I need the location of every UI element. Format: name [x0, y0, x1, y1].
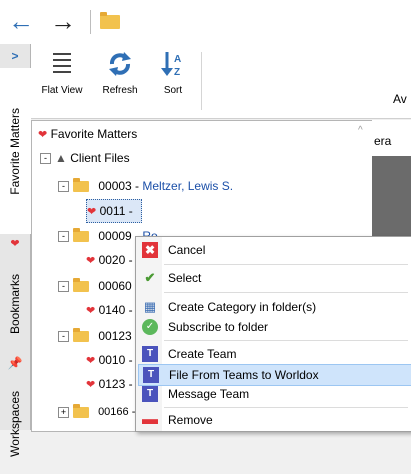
teams-icon: T — [142, 346, 158, 362]
teams-icon: T — [142, 386, 158, 402]
favorite-folder-icon: ❤ — [86, 355, 96, 367]
collapse-icon: - — [58, 181, 69, 193]
collapse-icon: - — [58, 281, 69, 293]
tab-label: Workspaces — [8, 391, 22, 457]
tree-node-0011[interactable]: ❤ 0011 - — [86, 199, 142, 223]
menu-item-remove[interactable]: ▬ Remove — [138, 410, 410, 430]
menu-item-message-team[interactable]: T Message Team — [138, 384, 410, 404]
right-pane-fragment: era — [372, 120, 411, 240]
menu-item-cancel[interactable]: ✖ Cancel — [138, 240, 410, 260]
favorites-heart-icon: ❤ — [10, 237, 20, 250]
tab-workspaces[interactable]: Workspaces — [0, 374, 30, 474]
collapse-chevron-icon[interactable]: > — [0, 48, 30, 64]
ribbon: Flat View Refresh AZ Sort Av — [31, 44, 411, 119]
expand-icon: + — [58, 406, 69, 418]
folder-icon[interactable] — [100, 11, 126, 29]
menu-item-create-category[interactable]: ▦ Create Category in folder(s) — [138, 297, 410, 317]
svg-text:Z: Z — [174, 67, 180, 78]
favorite-folder-icon: ❤ — [86, 305, 96, 317]
sort-az-icon: AZ — [161, 52, 181, 78]
favorite-folder-icon: ❤ — [86, 379, 96, 391]
collapse-icon: - — [58, 231, 69, 243]
tree-node-0123[interactable]: ❤ 0123 - — [86, 373, 133, 395]
remove-icon: ▬ — [142, 411, 158, 428]
refresh-label: Refresh — [102, 85, 138, 96]
context-menu: ✖ Cancel ✔ Select ▦ Create Category in f… — [135, 236, 411, 432]
folder-icon — [73, 228, 89, 243]
tree-node-client-files[interactable]: - ▲ Client Files — [40, 147, 130, 169]
tree-root-label: Favorite Matters — [50, 127, 138, 141]
folder-icon — [73, 328, 89, 343]
favorite-folder-icon: ❤ — [87, 206, 97, 218]
sort-label: Sort — [163, 85, 183, 96]
tab-label: Bookmarks — [8, 273, 22, 335]
tab-label: Favorite Matters — [8, 107, 22, 195]
favorite-folder-icon: ❤ — [86, 255, 96, 267]
subscribe-icon: ✓ — [142, 319, 158, 335]
tab-favorite-matters[interactable]: Favorite Matters — [0, 68, 31, 234]
tree-node-0140[interactable]: ❤ 0140 - — [86, 299, 133, 321]
list-icon — [53, 53, 71, 73]
top-toolbar: ← → — [0, 0, 411, 45]
flat-view-label: Flat View — [41, 85, 83, 96]
tree-node-00003[interactable]: - 00003 - Meltzer, Lewis S. — [58, 175, 233, 197]
tab-bookmarks[interactable]: Bookmarks — [0, 254, 30, 354]
folder-icon — [73, 278, 89, 293]
collapse-icon: - — [58, 331, 69, 343]
cancel-icon: ✖ — [142, 242, 158, 258]
folder-icon — [73, 178, 89, 193]
ribbon-divider — [201, 52, 202, 110]
client-files-label: Client Files — [70, 151, 130, 165]
clipped-ribbon-text: Av — [393, 92, 407, 106]
tree-root-favorite-matters[interactable]: ❤ Favorite Matters — [38, 123, 137, 145]
clipped-pane-text: era — [374, 134, 392, 148]
category-icon: ▦ — [143, 299, 157, 314]
refresh-icon — [109, 52, 131, 76]
collapse-icon: - — [40, 153, 51, 165]
forward-arrow-icon[interactable]: → — [50, 8, 76, 34]
favorite-folder-icon: ❤ — [38, 129, 48, 141]
folder-icon — [73, 403, 89, 418]
menu-item-select[interactable]: ✔ Select — [138, 268, 410, 288]
menu-item-file-from-teams[interactable]: T File From Teams to Worldox — [138, 364, 411, 386]
menu-item-create-team[interactable]: T Create Team — [138, 344, 410, 364]
scroll-up-icon[interactable]: ^ — [358, 125, 363, 136]
svg-text:A: A — [174, 54, 181, 65]
tree-node-0010[interactable]: ❤ 0010 - — [86, 349, 133, 371]
side-tab-strip: > Favorite Matters ❤ Bookmarks 📌 Workspa… — [0, 44, 31, 457]
toolbar-divider — [90, 10, 91, 34]
teams-icon: T — [143, 367, 159, 383]
back-arrow-icon[interactable]: ← — [8, 8, 34, 34]
menu-item-subscribe[interactable]: ✓ Subscribe to folder — [138, 317, 410, 337]
sort-button[interactable]: AZ Sort — [153, 50, 193, 96]
flat-view-button[interactable]: Flat View — [39, 50, 85, 96]
check-icon: ✔ — [144, 270, 156, 285]
refresh-button[interactable]: Refresh — [97, 50, 143, 96]
tree-node-0020[interactable]: ❤ 0020 - — [86, 249, 133, 271]
bookmark-pin-icon: 📌 — [7, 356, 23, 370]
